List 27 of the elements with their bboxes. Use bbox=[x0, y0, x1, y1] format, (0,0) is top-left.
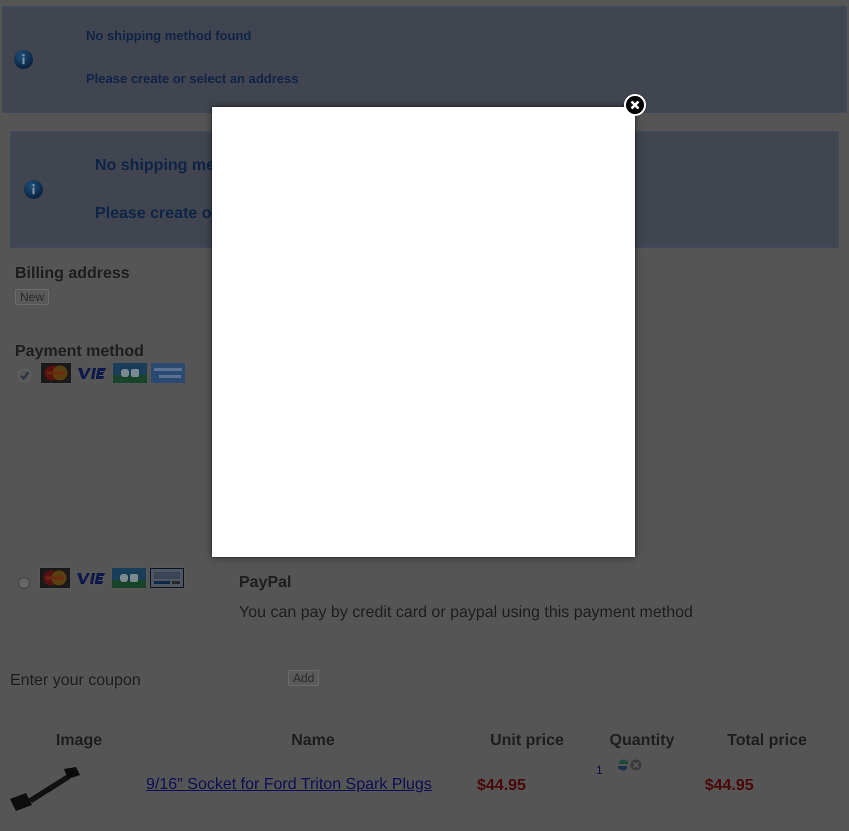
card-logo-icon bbox=[151, 363, 185, 383]
coupon-label: Enter your coupon bbox=[10, 671, 142, 691]
refresh-icon[interactable] bbox=[616, 759, 629, 771]
payment-description: You can pay by credit card or paypal using this payment method bbox=[239, 603, 693, 623]
column-header: Total price bbox=[726, 731, 808, 751]
column-header: Quantity bbox=[608, 731, 676, 751]
product-link[interactable]: 9/16" Socket for Ford Triton Spark Plugs bbox=[146, 775, 456, 795]
column-header: Image bbox=[54, 731, 104, 751]
radio-button[interactable] bbox=[18, 577, 30, 589]
card-logo-icon bbox=[112, 568, 146, 588]
section-title: Payment method bbox=[15, 342, 145, 362]
column-header: Name bbox=[290, 731, 336, 751]
payment-name: PayPal bbox=[239, 573, 292, 593]
card-logo-icon bbox=[113, 363, 147, 383]
section-title: Billing address bbox=[15, 264, 131, 284]
info-icon bbox=[14, 50, 33, 69]
card-logo-icon bbox=[150, 568, 184, 588]
info-icon bbox=[24, 180, 43, 199]
unit-price: $44.95 bbox=[477, 776, 527, 796]
quantity-text: 1 bbox=[596, 763, 603, 777]
card-logo-icon bbox=[41, 363, 71, 383]
card-logo-icon bbox=[40, 568, 70, 588]
checkbox[interactable] bbox=[18, 369, 31, 382]
remove-icon[interactable] bbox=[630, 759, 642, 771]
column-header: Unit price bbox=[489, 731, 565, 751]
total-price: $44.95 bbox=[704, 776, 754, 796]
close-icon[interactable] bbox=[624, 94, 646, 116]
